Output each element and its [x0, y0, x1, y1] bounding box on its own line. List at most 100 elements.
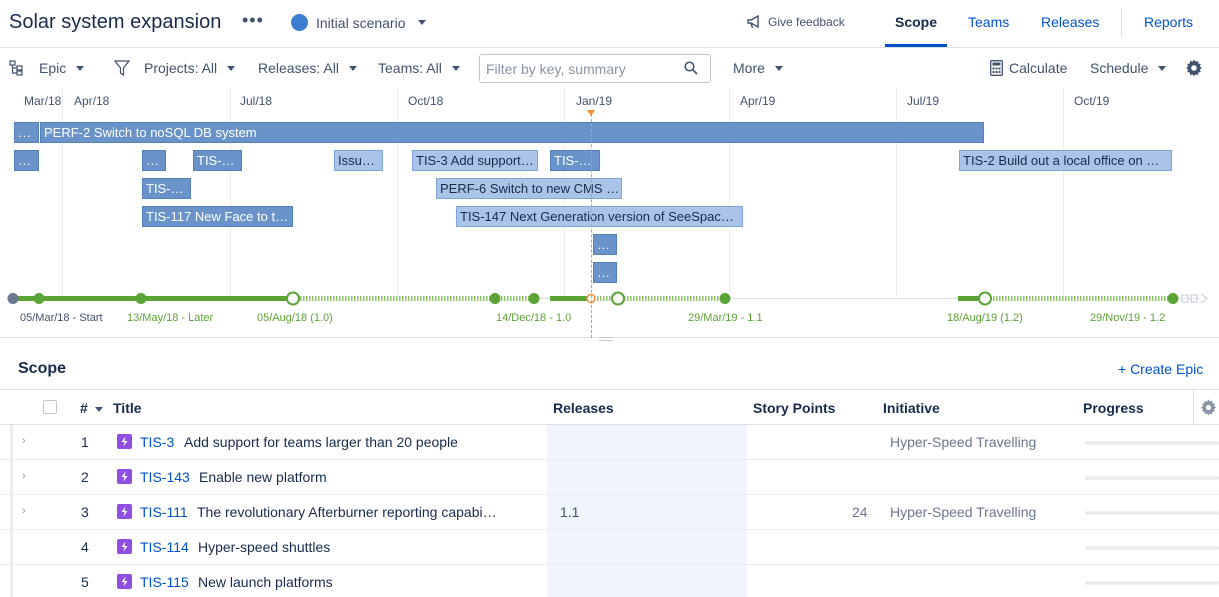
initiative-value[interactable]: Hyper-Speed Travelling	[890, 434, 1036, 450]
scenario-color-dot	[291, 14, 308, 31]
gear-icon[interactable]	[1185, 59, 1203, 77]
release-marker	[719, 293, 731, 304]
release-value[interactable]: 1.1	[560, 504, 579, 520]
more-label: More	[733, 60, 765, 76]
table-row[interactable]: › 3 TIS-111 The revolutionary Afterburne…	[0, 495, 1219, 530]
today-triangle-icon	[587, 110, 595, 116]
timeline: Mar/18 Apr/18 Jul/18 Oct/18 Jan/19 Apr/1…	[0, 88, 1219, 338]
chevron-right-icon[interactable]: ›	[22, 435, 26, 447]
column-header-number-label: #	[80, 400, 88, 416]
table-row[interactable]: › 1 TIS-3 Add support for teams larger t…	[0, 425, 1219, 460]
issue-key-link[interactable]: TIS-115	[140, 574, 189, 590]
month-gridline	[62, 88, 63, 298]
timeline-bar[interactable]: TIS-2 Build out a local office on …	[959, 150, 1172, 171]
more-dropdown[interactable]: More	[733, 60, 783, 76]
timeline-bar[interactable]: …	[142, 150, 166, 171]
projects-filter[interactable]: Projects: All	[114, 60, 236, 76]
column-settings	[1193, 390, 1219, 426]
column-header-progress[interactable]: Progress	[1083, 400, 1144, 416]
month-label: Mar/18	[24, 94, 62, 108]
releases-filter[interactable]: Releases: All	[258, 60, 357, 76]
story-points-value[interactable]: 24	[852, 504, 868, 520]
timeline-bar[interactable]: TIS-117 New Face to t…	[142, 206, 293, 227]
tab-releases[interactable]: Releases	[1041, 14, 1099, 30]
calculate-button[interactable]: Calculate	[990, 60, 1067, 76]
timeline-bar[interactable]: TIS-3 Add support…	[412, 150, 538, 171]
timeline-bar[interactable]: Issu…	[334, 150, 383, 171]
column-header-story-points[interactable]: Story Points	[753, 400, 835, 416]
progress-bar	[1085, 476, 1219, 480]
column-header-title[interactable]: Title	[113, 400, 142, 416]
release-label: 18/Aug/19 (1.2)	[947, 312, 1023, 324]
issue-summary: Hyper-speed shuttles	[198, 539, 331, 555]
give-feedback-label: Give feedback	[768, 15, 845, 29]
projects-filter-label: Projects: All	[144, 60, 218, 76]
table-row[interactable]: 5 TIS-115 New launch platforms	[0, 565, 1219, 597]
month-gridline	[230, 88, 231, 298]
chevron-right-icon[interactable]: ›	[22, 470, 26, 482]
tab-teams[interactable]: Teams	[968, 14, 1009, 30]
release-label: 29/Mar/19 - 1.1	[688, 312, 763, 324]
chevron-down-icon	[1158, 65, 1167, 71]
group-by-dropdown[interactable]: Epic	[9, 60, 85, 76]
release-marker	[611, 291, 625, 306]
tab-scope[interactable]: Scope	[895, 14, 937, 30]
timeline-bar[interactable]: TIS-…	[193, 150, 242, 171]
more-actions-button[interactable]: •••	[242, 10, 264, 31]
active-tab-indicator	[885, 44, 947, 47]
schedule-dropdown[interactable]: Schedule	[1090, 60, 1167, 76]
initiative-value[interactable]: Hyper-Speed Travelling	[890, 504, 1036, 520]
gear-icon[interactable]	[1200, 399, 1217, 416]
scope-heading: Scope	[18, 360, 67, 377]
release-segment	[985, 296, 1172, 301]
month-label: Jan/19	[576, 94, 613, 108]
give-feedback-button[interactable]: Give feedback	[747, 15, 845, 29]
timeline-bar[interactable]: …	[14, 150, 39, 171]
release-segment	[12, 296, 140, 301]
issue-summary: Add support for teams larger than 20 peo…	[184, 434, 458, 450]
scenario-selector[interactable]: Initial scenario	[291, 14, 426, 31]
resize-handle[interactable]	[599, 337, 613, 341]
table-row[interactable]: › 2 TIS-143 Enable new platform	[0, 460, 1219, 495]
timeline-bar[interactable]: TIS-147 Next Generation version of SeeSp…	[456, 206, 743, 227]
timeline-bar[interactable]: …	[593, 234, 617, 255]
column-header-releases[interactable]: Releases	[553, 400, 614, 416]
release-marker	[33, 293, 45, 304]
release-segment	[550, 296, 592, 301]
select-all-checkbox[interactable]	[43, 400, 57, 414]
column-header-initiative[interactable]: Initiative	[883, 400, 940, 416]
month-gridline	[729, 88, 730, 298]
release-segment	[293, 296, 493, 301]
app-header: Solar system expansion ••• Initial scena…	[0, 0, 1219, 48]
nav-divider	[1121, 8, 1122, 38]
release-track	[7, 291, 1208, 306]
release-overflow-marker	[1200, 293, 1208, 304]
filter-input[interactable]	[479, 54, 711, 83]
release-marker	[489, 293, 501, 304]
chevron-right-icon[interactable]: ›	[22, 505, 26, 517]
issue-key-link[interactable]: TIS-143	[140, 469, 190, 485]
issue-key-link[interactable]: TIS-3	[140, 434, 174, 450]
month-gridline	[896, 88, 897, 298]
release-start-marker	[7, 293, 19, 304]
month-gridline	[397, 88, 398, 298]
progress-bar	[1085, 511, 1219, 515]
timeline-bar[interactable]: TIS-…	[550, 150, 600, 171]
tab-reports[interactable]: Reports	[1144, 14, 1193, 30]
timeline-bar[interactable]: TIS-…	[142, 178, 191, 199]
issue-key-link[interactable]: TIS-114	[140, 539, 189, 555]
timeline-bar[interactable]: …	[14, 122, 39, 143]
month-label: Apr/18	[74, 94, 110, 108]
issue-key-link[interactable]: TIS-111	[140, 504, 188, 520]
create-epic-button[interactable]: + Create Epic	[1118, 361, 1203, 377]
sort-down-icon	[94, 406, 103, 412]
table-row[interactable]: 4 TIS-114 Hyper-speed shuttles	[0, 530, 1219, 565]
table-header: # Title Releases Story Points Initiative…	[0, 389, 1219, 426]
chevron-down-icon	[451, 65, 460, 71]
column-header-number[interactable]: #	[80, 400, 103, 416]
timeline-bar[interactable]: PERF-2 Switch to noSQL DB system	[40, 122, 984, 143]
chevron-down-icon	[348, 65, 357, 71]
teams-filter[interactable]: Teams: All	[378, 60, 460, 76]
timeline-bar[interactable]: PERF-6 Switch to new CMS …	[436, 178, 622, 199]
timeline-bar[interactable]: …	[593, 262, 617, 283]
